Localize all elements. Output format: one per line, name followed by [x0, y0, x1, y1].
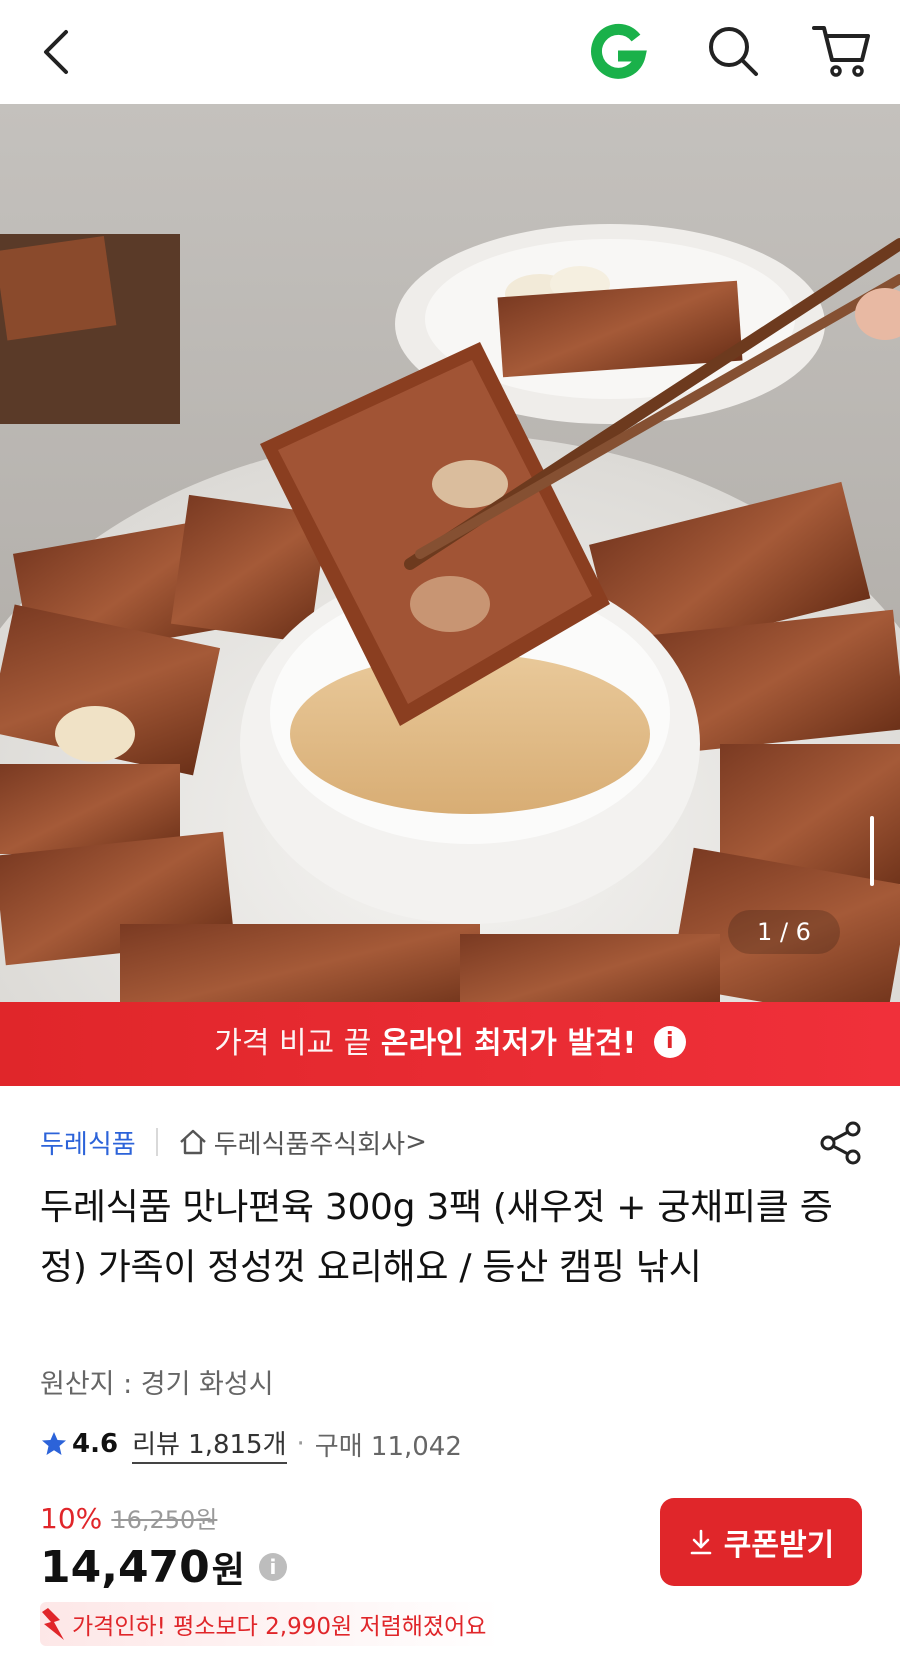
product-title: 두레식품 맛나편육 300g 3팩 (새우젓 + 궁채피클 증정) 가족이 정성… [40, 1187, 833, 1288]
lowest-price-banner[interactable]: 가격 비교 끝 온라인 최저가 발견! i [0, 1002, 900, 1086]
cart-icon [812, 26, 870, 77]
original-price: 16,250원 [111, 1506, 218, 1534]
price-area: 10% 16,250원 14,470 원 i [40, 1500, 287, 1593]
seller-row: 두레식품 두레식품주식회사 > [40, 1122, 427, 1162]
back-button[interactable] [36, 24, 80, 80]
store-name: 두레식품주식회사 [213, 1129, 406, 1160]
cart-button[interactable] [810, 18, 872, 80]
price-info-icon[interactable]: i [258, 1553, 287, 1581]
home-icon [179, 1129, 206, 1155]
current-price: 14,470 [40, 1541, 210, 1593]
coupon-label: 쿠폰받기 [723, 1528, 835, 1563]
store-link[interactable]: 두레식품주식회사 > [178, 1124, 427, 1161]
product-origin: 원산지 : 경기 화성시 [40, 1369, 274, 1400]
price-drop-text: 가격인하! 평소보다 2,990원 저렴해졌어요 [72, 1614, 487, 1640]
g-logo-button[interactable] [588, 22, 648, 82]
star-icon [42, 1432, 66, 1455]
chevron-left-icon [44, 30, 68, 74]
g-logo-icon [591, 23, 647, 79]
gallery-counter: 1 / 6 [728, 910, 840, 954]
divider [155, 1128, 158, 1156]
info-icon[interactable]: i [653, 1025, 686, 1058]
price-drop-badge: 가격인하! 평소보다 2,990원 저렴해졌어요 [40, 1602, 501, 1646]
discount-rate: 10% [40, 1502, 103, 1535]
reviews-link[interactable]: 리뷰 1,815개 [132, 1424, 287, 1464]
banner-text-bold: 온라인 최저가 발견! [380, 1026, 637, 1061]
currency-label: 원 [211, 1550, 245, 1591]
rating-row: 4.6 리뷰 1,815개 · 구매 11,042 [40, 1424, 462, 1464]
brand-link[interactable]: 두레식품 [40, 1124, 136, 1161]
separator: · [296, 1429, 305, 1459]
search-button[interactable] [704, 22, 762, 80]
product-image[interactable] [0, 104, 900, 1002]
download-icon [690, 1529, 712, 1555]
banner-text-light: 가격 비교 끝 [214, 1026, 372, 1061]
rating-score: 4.6 [72, 1429, 119, 1459]
purchase-count: 구매 11,042 [314, 1431, 462, 1462]
gallery-scroll-indicator [870, 816, 874, 886]
top-bar [0, 0, 900, 104]
store-chevron: > [405, 1127, 427, 1157]
share-button[interactable] [818, 1120, 864, 1166]
search-icon [709, 27, 758, 76]
coupon-button[interactable]: 쿠폰받기 [660, 1498, 862, 1586]
share-icon [820, 1121, 861, 1165]
arrow-down-icon [42, 1608, 64, 1640]
